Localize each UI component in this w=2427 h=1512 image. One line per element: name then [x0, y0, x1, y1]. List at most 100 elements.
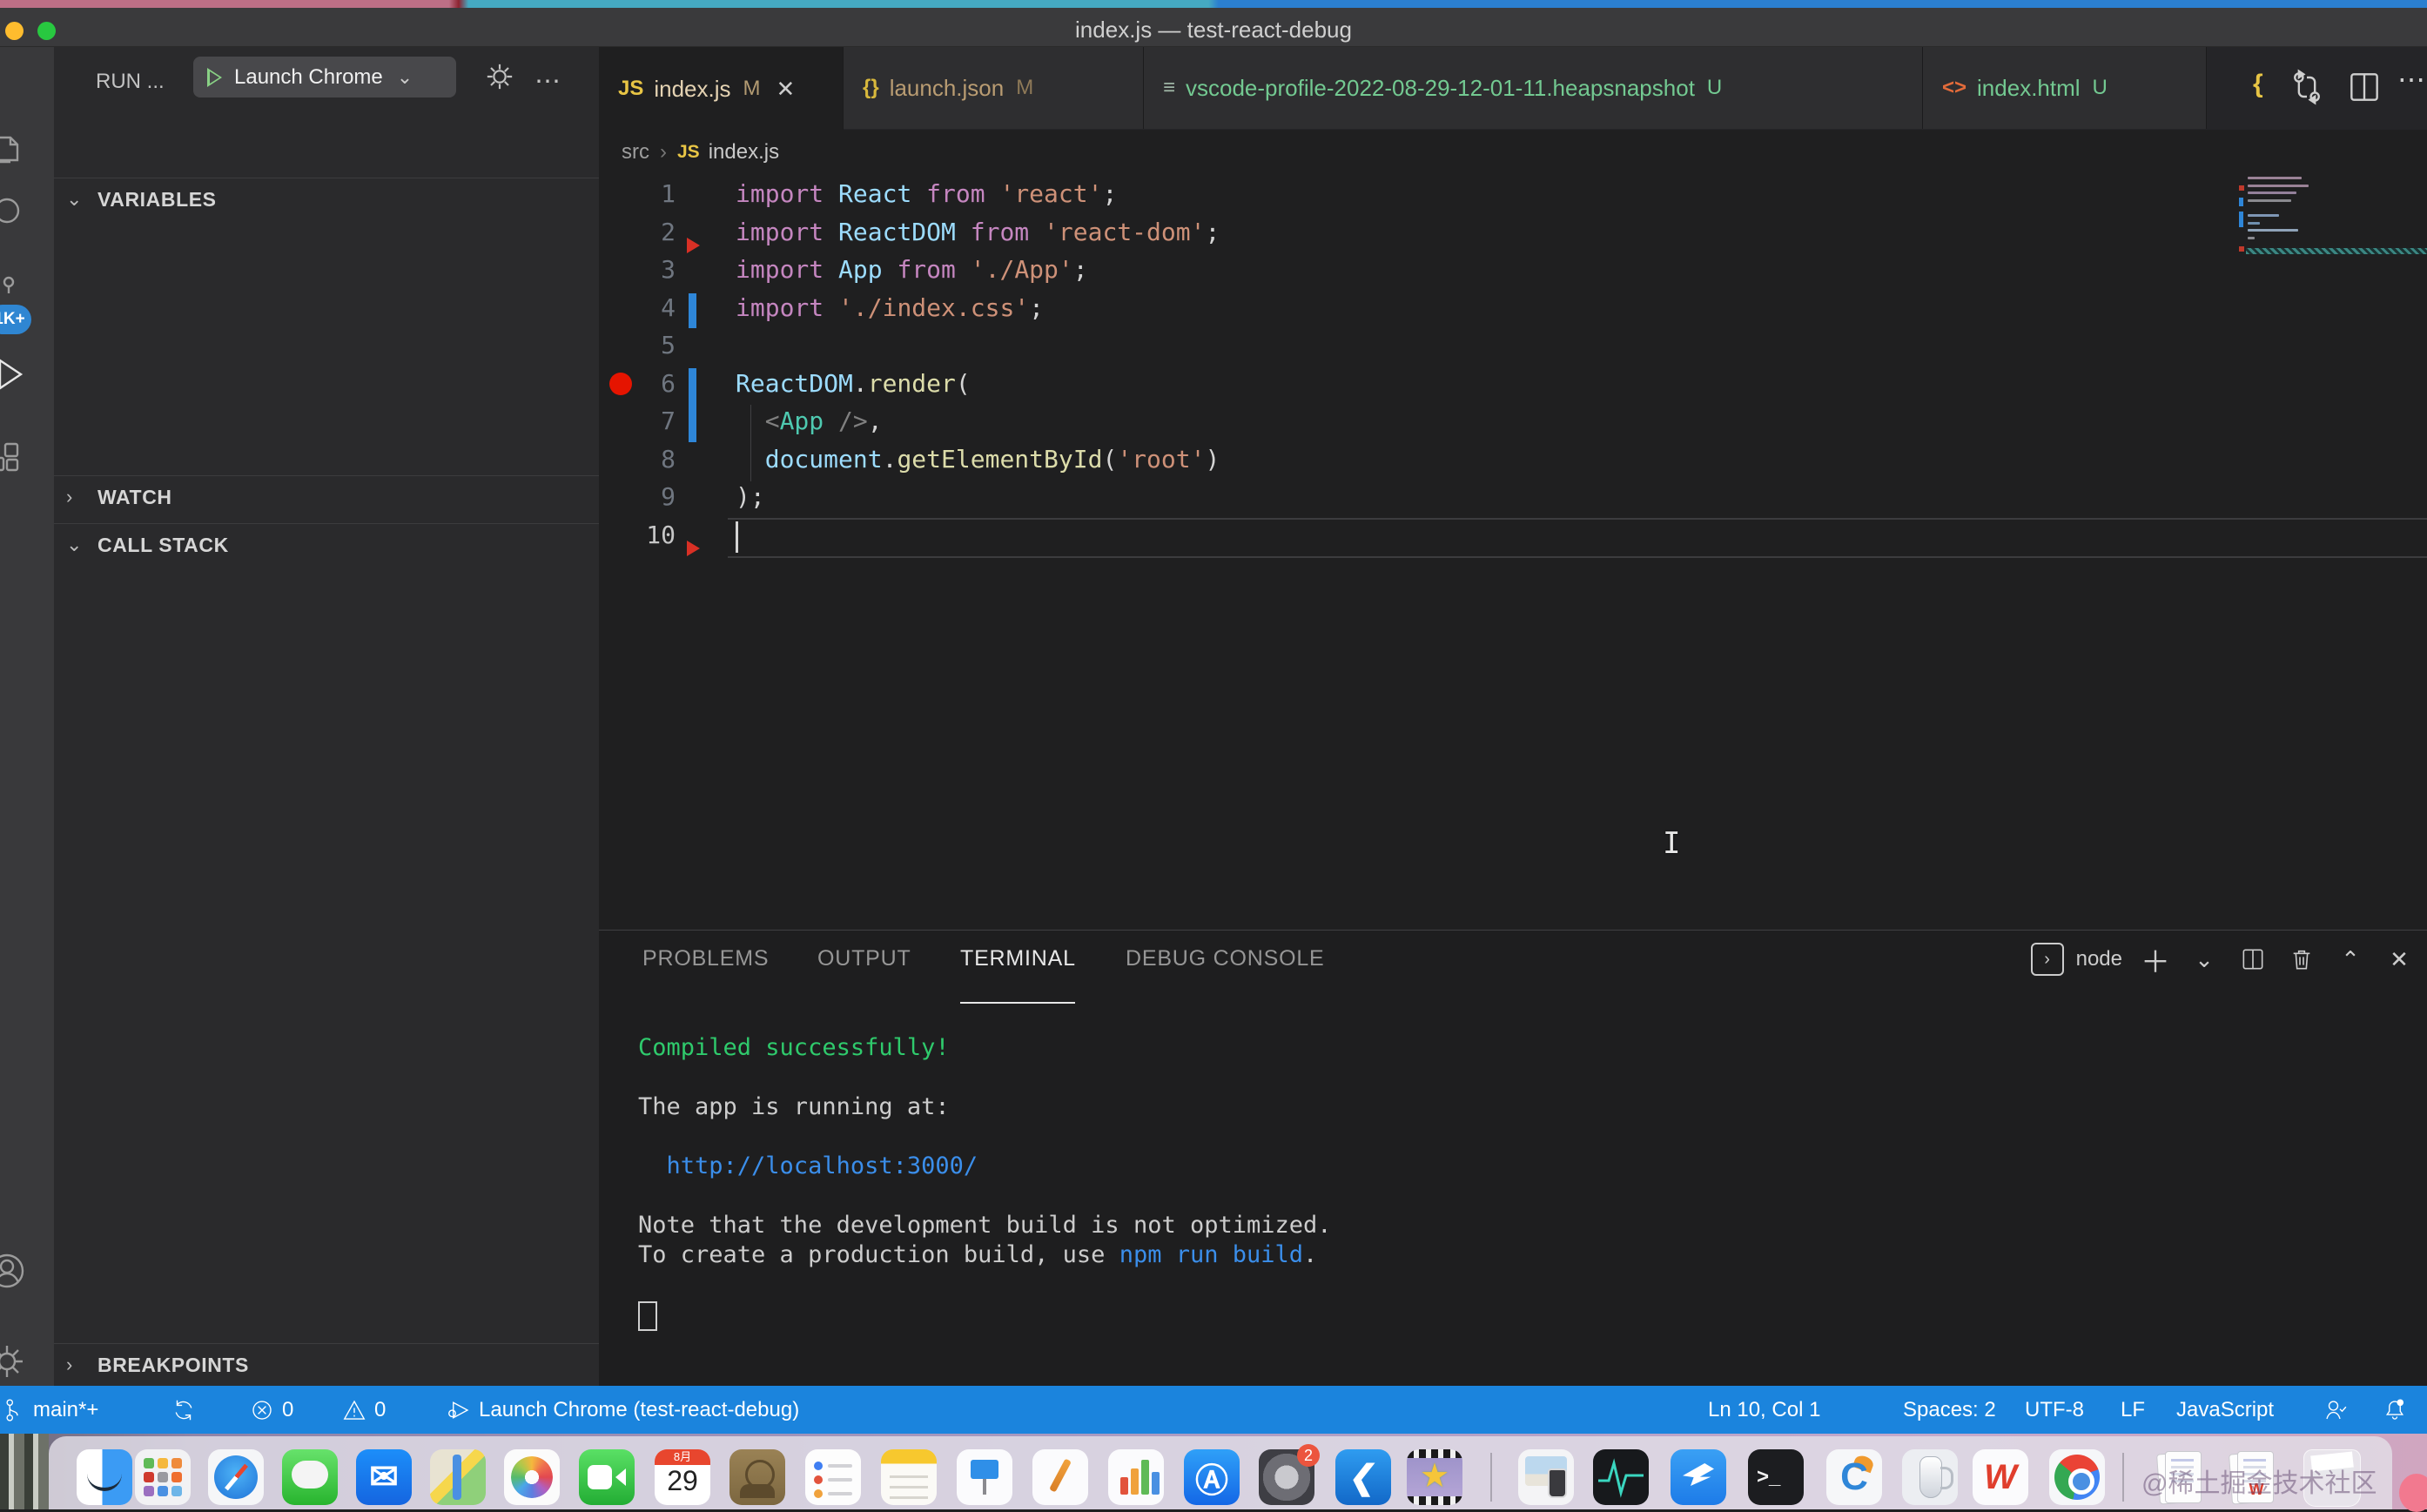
braces-icon: {} [863, 76, 879, 100]
dock-icon-messages[interactable] [282, 1449, 338, 1505]
statusbar-warning-triangle-icon[interactable]: 0 [341, 1386, 386, 1434]
terminal-process-label[interactable]: node [2076, 947, 2122, 971]
statusbar-spaces-2[interactable]: Spaces: 2 [1903, 1386, 1996, 1434]
kill-terminal-trash-icon[interactable] [2286, 944, 2317, 975]
statusbar-utf-8[interactable]: UTF-8 [2025, 1386, 2084, 1434]
code-line-10[interactable]: 10 [599, 516, 2427, 554]
partial-tab-braces-icon[interactable]: { [2253, 70, 2263, 99]
breakpoint-dot[interactable] [609, 373, 632, 395]
statusbar-person-check-icon[interactable] [2323, 1386, 2349, 1434]
dock-icon-terminal[interactable]: >_ [1748, 1449, 1804, 1505]
watermark-text: @稀土掘金技术社区 [2141, 1462, 2377, 1500]
dock-icon-contacts[interactable] [729, 1449, 785, 1505]
statusbar-error-circle-icon[interactable]: 0 [249, 1386, 293, 1434]
dock-icon-pages[interactable] [1032, 1449, 1088, 1505]
breadcrumb[interactable]: src › JS index.js [622, 130, 779, 175]
dock-icon-wps[interactable]: W [1973, 1449, 2028, 1505]
debug-settings-gear-icon[interactable] [482, 59, 517, 98]
dock-icon-numbers[interactable] [1108, 1449, 1164, 1505]
breadcrumb-separator: › [660, 140, 667, 165]
dock-icon-photos[interactable] [504, 1449, 560, 1505]
code-editor[interactable]: 1import React from 'react';2import React… [599, 175, 2427, 931]
more-editor-actions-icon[interactable]: ⋯ [2397, 63, 2427, 101]
terminal-process-icon: › [2031, 943, 2064, 976]
open-changes-icon[interactable] [2288, 68, 2326, 106]
modified-badge: M [1016, 76, 1033, 100]
close-panel-icon[interactable]: ✕ [2383, 944, 2415, 975]
code-line-6[interactable]: 6ReactDOM.render( [599, 365, 2427, 403]
code-line-2[interactable]: 2import ReactDOM from 'react-dom'; [599, 213, 2427, 252]
tab-launch.json[interactable]: {}launch.jsonM [844, 47, 1144, 129]
launch-config-dropdown[interactable]: Launch Chrome ⌄ [193, 57, 456, 97]
statusbar-ln-10-col-1[interactable]: Ln 10, Col 1 [1708, 1386, 1820, 1434]
dock-icon-sysprefs[interactable]: 2 [1259, 1449, 1314, 1505]
dock-icon-reminders[interactable] [805, 1449, 861, 1505]
code-line-5[interactable]: 5 [599, 326, 2427, 365]
dock-icon-capp[interactable]: C [1826, 1449, 1882, 1505]
gutter-marker-icon [687, 541, 700, 556]
dock-icon-finder[interactable] [77, 1449, 132, 1505]
statusbar-bell-icon[interactable] [2382, 1386, 2408, 1434]
dock-icon-chrome[interactable] [2049, 1449, 2105, 1505]
terminal-picker-chevron-icon[interactable]: ⌄ [2188, 944, 2220, 975]
dock-icon-facetime[interactable] [579, 1449, 635, 1505]
dock-icon-mediastar[interactable]: ★ [1407, 1449, 1462, 1505]
sidebar-section-call-stack[interactable]: ⌄CALL STACK [54, 523, 599, 566]
tab-vscode-profile-2022-08-29-12-01-11.heapsnapshot[interactable]: ≡vscode-profile-2022-08-29-12-01-11.heap… [1144, 47, 1923, 129]
start-debug-play-icon[interactable] [207, 68, 222, 87]
statusbar-sync-icon[interactable] [171, 1386, 197, 1434]
explorer-icon[interactable] [0, 131, 28, 172]
code-line-4[interactable]: 4import './index.css'; [599, 289, 2427, 327]
settings-gear-icon[interactable] [0, 1341, 28, 1382]
dock-icon-vscode[interactable]: ❮ [1335, 1449, 1391, 1505]
dock-icon-safari[interactable] [208, 1449, 264, 1505]
dock-icon-activity[interactable] [1593, 1449, 1649, 1505]
panel-tab-problems[interactable]: PROBLEMS [642, 946, 769, 971]
statusbar-javascript[interactable]: JavaScript [2176, 1386, 2274, 1434]
breadcrumb-folder[interactable]: src [622, 140, 649, 165]
minimap-marker [2239, 246, 2244, 252]
dock-icon-appstore[interactable]: Ⓐ [1184, 1449, 1240, 1505]
maximize-panel-chevron-icon[interactable]: ⌃ [2335, 944, 2366, 975]
run-debug-icon[interactable] [0, 353, 28, 395]
dock-icon-photowidget[interactable] [1518, 1449, 1574, 1505]
statusbar-lf[interactable]: LF [2121, 1386, 2145, 1434]
dock-icon-notes[interactable] [881, 1449, 937, 1505]
sidebar-section-watch[interactable]: ›WATCH [54, 475, 599, 518]
sidebar-section-breakpoints[interactable]: ›BREAKPOINTS [54, 1343, 599, 1386]
breadcrumb-file[interactable]: index.js [709, 140, 779, 165]
code-line-7[interactable]: 7 <App />, [599, 402, 2427, 440]
extensions-icon[interactable] [0, 437, 28, 479]
split-terminal-icon[interactable] [2237, 944, 2269, 975]
code-line-3[interactable]: 3import App from './App'; [599, 251, 2427, 289]
dock-icon-dingtalk[interactable] [1671, 1449, 1726, 1505]
split-editor-icon[interactable] [2345, 68, 2383, 106]
sidebar-section-variables[interactable]: ⌄VARIABLES [54, 178, 599, 220]
code-line-9[interactable]: 9); [599, 478, 2427, 516]
dock-icon-vase[interactable] [1902, 1449, 1958, 1505]
git-modified-gutter-bar [689, 368, 696, 442]
statusbar-git-branch-icon[interactable]: main*+ [12, 1386, 98, 1434]
text-cursor [736, 521, 738, 553]
dock-icon-keynote[interactable] [957, 1449, 1012, 1505]
dock-icon-launchpad[interactable] [135, 1449, 191, 1505]
dock-icon-maps[interactable] [430, 1449, 486, 1505]
close-tab-icon[interactable]: ✕ [777, 76, 796, 103]
more-actions-icon[interactable]: ⋯ [534, 66, 562, 97]
accounts-icon[interactable] [0, 1250, 28, 1292]
line-number: 1 [599, 175, 676, 213]
tab-index.html[interactable]: <>index.htmlU [1923, 47, 2207, 129]
panel-tab-output[interactable]: OUTPUT [817, 946, 911, 971]
panel-tab-debug-console[interactable]: DEBUG CONSOLE [1126, 946, 1325, 971]
dock-icon-calendar[interactable]: 8月29 [655, 1449, 710, 1505]
code-line-8[interactable]: 8 document.getElementById('root') [599, 440, 2427, 479]
gutter-marker-icon [687, 238, 700, 253]
minimap[interactable] [2239, 171, 2427, 263]
tab-index.js[interactable]: JSindex.jsM✕ [599, 47, 844, 130]
search-icon[interactable] [0, 192, 28, 233]
statusbar-debug-play-icon[interactable]: Launch Chrome (test-react-debug) [446, 1386, 799, 1434]
new-terminal-plus-icon[interactable]: ＋ [2140, 944, 2171, 975]
code-line-1[interactable]: 1import React from 'react'; [599, 175, 2427, 213]
dock-icon-mail[interactable]: ✉ [356, 1449, 412, 1505]
panel-tab-terminal[interactable]: TERMINAL [960, 946, 1076, 971]
